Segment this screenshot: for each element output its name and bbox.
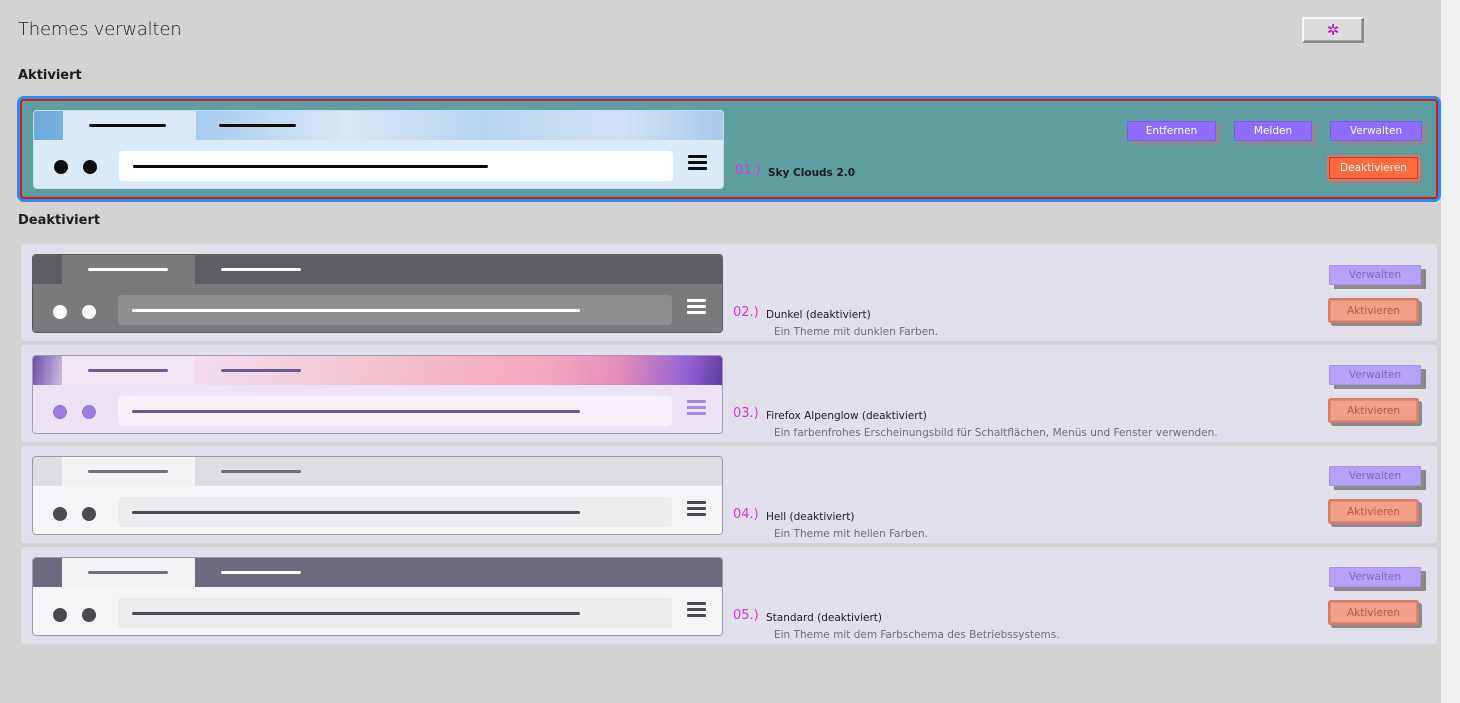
- theme-card-dark[interactable]: 02.) Dunkel (deaktiviert) Ein Theme mit …: [21, 244, 1437, 341]
- theme-number: 04.): [733, 507, 759, 522]
- theme-description: Ein Theme mit hellen Farben.: [774, 528, 929, 540]
- enable-button[interactable]: Aktivieren: [1330, 501, 1417, 522]
- theme-name: Hell (deaktiviert): [766, 511, 855, 523]
- enable-button[interactable]: Aktivieren: [1330, 400, 1417, 421]
- theme-preview: [33, 110, 724, 189]
- theme-card-standard[interactable]: 05.) Standard (deaktiviert) Ein Theme mi…: [21, 547, 1437, 644]
- theme-card-sky-clouds[interactable]: 01.) Sky Clouds 2.0 Entfernen Melden Ver…: [17, 96, 1441, 202]
- theme-preview: [32, 456, 723, 535]
- manage-button[interactable]: Verwalten: [1329, 365, 1421, 385]
- theme-name: Sky Clouds 2.0: [768, 167, 856, 179]
- remove-button[interactable]: Entfernen: [1127, 121, 1216, 141]
- theme-preview: [32, 254, 723, 333]
- theme-preview: [32, 355, 723, 434]
- gear-icon: ✲: [1326, 21, 1340, 39]
- manage-button[interactable]: Verwalten: [1329, 567, 1421, 587]
- enable-button[interactable]: Aktivieren: [1330, 602, 1417, 623]
- theme-description: Ein Theme mit dem Farbschema des Betrieb…: [774, 629, 1060, 641]
- enable-button[interactable]: Aktivieren: [1330, 300, 1417, 321]
- manage-button[interactable]: Verwalten: [1329, 265, 1421, 285]
- theme-description: Ein farbenfrohes Erscheinungsbild für Sc…: [774, 427, 1218, 439]
- theme-name: Standard (deaktiviert): [766, 612, 882, 624]
- page-title: Themes verwalten: [18, 19, 182, 40]
- theme-number: 05.): [733, 608, 759, 623]
- theme-card-light[interactable]: 04.) Hell (deaktiviert) Ein Theme mit he…: [21, 446, 1437, 543]
- disable-button[interactable]: Deaktivieren: [1329, 157, 1418, 179]
- manage-button[interactable]: Verwalten: [1329, 466, 1421, 486]
- manage-button[interactable]: Verwalten: [1330, 121, 1422, 141]
- section-heading-disabled: Deaktiviert: [18, 213, 101, 228]
- theme-description: Ein Theme mit dunklen Farben.: [774, 326, 939, 338]
- section-heading-enabled: Aktiviert: [18, 68, 82, 83]
- theme-card-alpenglow[interactable]: 03.) Firefox Alpenglow (deaktiviert) Ein…: [21, 345, 1437, 442]
- theme-number: 01.): [735, 163, 761, 178]
- theme-number: 03.): [733, 406, 759, 421]
- theme-number: 02.): [733, 305, 759, 320]
- theme-preview: [32, 557, 723, 636]
- report-button[interactable]: Melden: [1234, 121, 1312, 141]
- settings-button[interactable]: ✲: [1302, 17, 1364, 43]
- theme-name: Firefox Alpenglow (deaktiviert): [766, 410, 927, 422]
- theme-name: Dunkel (deaktiviert): [766, 309, 871, 321]
- right-gutter: [1441, 0, 1460, 703]
